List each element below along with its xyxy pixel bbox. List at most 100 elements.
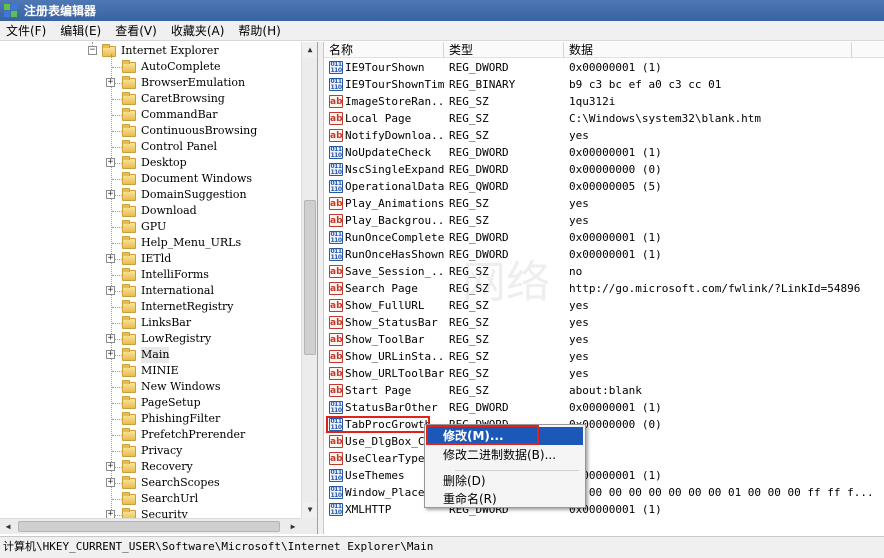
registry-value-row[interactable]: ab Start Page REG_SZ about:blank [324,382,884,399]
menu-view[interactable]: 查看(V) [109,21,165,41]
tree-item[interactable]: CommandBar [0,107,300,123]
scroll-right-arrow-icon[interactable]: ▶ [285,519,301,534]
registry-value-row[interactable]: 011 110 StatusBarOther REG_DWORD 0x00000001 … [324,399,884,416]
tree-item[interactable]: AutoComplete [0,59,300,75]
value-data: yes [569,333,589,346]
column-header-data[interactable]: 数据 [564,42,852,58]
tree-vertical-scrollbar[interactable]: ▲ ▼ [301,42,317,518]
tree-item[interactable]: New Windows [0,379,300,395]
registry-value-row[interactable]: ab Show_URLToolBar REG_SZ yes [324,365,884,382]
menu-help[interactable]: 帮助(H) [232,21,288,41]
tree-scroll-thumb[interactable] [304,200,316,355]
registry-value-row[interactable]: ab Local Page REG_SZ C:\Windows\system32\bl… [324,110,884,127]
collapse-minus-icon[interactable]: − [88,46,97,55]
expand-plus-icon[interactable]: + [106,462,115,471]
expand-plus-icon[interactable]: + [106,350,115,359]
tree-item[interactable]: PhishingFilter [0,411,300,427]
tree-item[interactable]: PageSetup [0,395,300,411]
registry-value-row[interactable]: 011110UseThemesREG_DWORD0x00000001 (1) [324,467,884,484]
scroll-down-arrow-icon[interactable]: ▼ [302,502,317,518]
tree-item[interactable]: Download [0,203,300,219]
value-name: Show_ToolBar [345,333,425,346]
tree-item[interactable]: ContinuousBrowsing [0,123,300,139]
registry-value-row[interactable]: ab Show_StatusBar REG_SZ yes [324,314,884,331]
tree-item[interactable]: + DomainSuggestion [0,187,300,203]
scroll-up-arrow-icon[interactable]: ▲ [302,42,317,58]
registry-value-row[interactable]: 011 110 RunOnceHasShown REG_DWORD 0x00000001… [324,246,884,263]
registry-value-row[interactable]: ab Show_ToolBar REG_SZ yes [324,331,884,348]
registry-value-row[interactable]: ab NotifyDownloa... REG_SZ yes [324,127,884,144]
tree-item[interactable]: + Main [0,347,300,363]
context-menu-rename[interactable]: 重命名(R) [427,490,583,508]
registry-value-row[interactable]: 011 110 NoUpdateCheck REG_DWORD 0x00000001 (… [324,144,884,161]
tree-connector-line [112,227,122,228]
tree-item[interactable]: + International [0,283,300,299]
value-type: REG_DWORD [449,146,509,159]
registry-value-row[interactable]: abUse_DlgBox_Co...REG_SZ [324,433,884,450]
value-data: http://go.microsoft.com/fwlink/?LinkId=5… [569,282,861,295]
tree-connector-line [112,243,122,244]
scroll-left-arrow-icon[interactable]: ◀ [0,519,16,534]
column-header-name[interactable]: 名称 [324,42,444,58]
column-header-type[interactable]: 类型 [444,42,564,58]
tree-item[interactable]: + LowRegistry [0,331,300,347]
registry-value-row[interactable]: 011 110 NscSingleExpand REG_DWORD 0x00000000… [324,161,884,178]
expand-plus-icon[interactable]: + [106,254,115,263]
menu-edit[interactable]: 编辑(E) [54,21,109,41]
tree-item[interactable]: + SearchScopes [0,475,300,491]
tree-item[interactable]: + BrowserEmulation [0,75,300,91]
tree-item[interactable]: IntelliForms [0,267,300,283]
menu-file[interactable]: 文件(F) [0,21,54,41]
tree-horizontal-scrollbar[interactable]: ◀ ▶ [0,518,301,534]
expand-plus-icon[interactable]: + [106,190,115,199]
registry-value-row[interactable]: ab Search Page REG_SZ http://go.microsoft.c… [324,280,884,297]
expand-plus-icon[interactable]: + [106,286,115,295]
tree-hscroll-thumb[interactable] [18,521,280,532]
tree-item[interactable]: + Recovery [0,459,300,475]
tree-item[interactable]: Control Panel [0,139,300,155]
registry-value-row[interactable]: 011 110 OperationalData REG_QWORD 0x00000005… [324,178,884,195]
value-name: NoUpdateCheck [345,146,432,159]
registry-value-row[interactable]: ab Save_Session_... REG_SZ no [324,263,884,280]
value-name: Start Page [345,384,412,397]
tree-item[interactable]: PrefetchPrerender [0,427,300,443]
tree-item-internet-explorer[interactable]: − Internet Explorer [0,43,300,59]
tree-item[interactable]: Document Windows [0,171,300,187]
expand-plus-icon[interactable]: + [106,78,115,87]
tree-item-label: SearchUrl [141,492,199,505]
value-data: 0x00000001 (1) [569,231,662,244]
tree-item[interactable]: InternetRegistry [0,299,300,315]
tree-item[interactable]: Privacy [0,443,300,459]
registry-value-row[interactable]: 011 110 IE9TourShown REG_DWORD 0x00000001 (1… [324,59,884,76]
expand-plus-icon[interactable]: + [106,158,115,167]
expand-plus-icon[interactable]: + [106,478,115,487]
registry-value-row[interactable]: ab Show_FullURL REG_SZ yes [324,297,884,314]
tree-item[interactable]: MINIE [0,363,300,379]
tree-item[interactable]: + Desktop [0,155,300,171]
registry-value-row[interactable]: abUseClearTypeREG_SZ [324,450,884,467]
binary-value-icon: 011 110 [329,61,343,74]
context-menu-delete[interactable]: 删除(D) [427,472,583,490]
registry-value-row[interactable]: 011110Window_Placem...REG_BINARY2c 00 00… [324,484,884,501]
tree-item[interactable]: GPU [0,219,300,235]
tree-item[interactable]: Help_Menu_URLs [0,235,300,251]
tree-item[interactable]: SearchUrl [0,491,300,507]
menu-favorites[interactable]: 收藏夹(A) [165,21,233,41]
tree-item[interactable]: LinksBar [0,315,300,331]
value-type: REG_QWORD [449,180,509,193]
registry-value-row[interactable]: ab Show_URLinSta... REG_SZ yes [324,348,884,365]
binary-value-icon: 011 110 [329,180,343,193]
value-type: REG_DWORD [449,231,509,244]
tree-item[interactable]: CaretBrowsing [0,91,300,107]
registry-value-row[interactable]: ab Play_Backgrou... REG_SZ yes [324,212,884,229]
string-value-icon: ab [329,299,343,312]
tree-item[interactable]: + IETld [0,251,300,267]
folder-icon [122,220,136,233]
registry-value-row[interactable]: 011 110 RunOnceComplete REG_DWORD 0x00000001… [324,229,884,246]
registry-value-row[interactable]: ab Play_Animations REG_SZ yes [324,195,884,212]
registry-value-row[interactable]: ab ImageStoreRan... REG_SZ 1qu312i [324,93,884,110]
registry-value-row[interactable]: 011 110 XMLHTTP REG_DWORD 0x00000001 (1) [324,501,884,518]
registry-value-row[interactable]: 011 110 IE9TourShownTime REG_BINARY b9 c3 bc… [324,76,884,93]
expand-plus-icon[interactable]: + [106,334,115,343]
context-menu-modify-binary[interactable]: 修改二进制数据(B)... [427,446,583,464]
